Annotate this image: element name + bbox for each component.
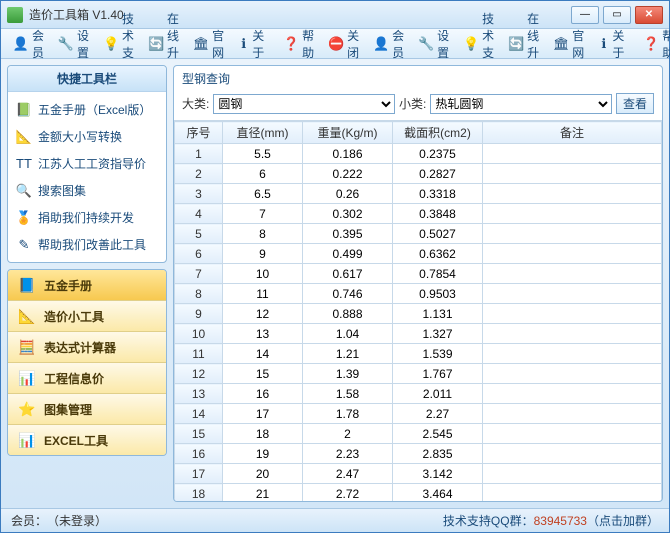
table-row[interactable]: 17202.473.142: [175, 464, 662, 484]
view-button[interactable]: 查看: [616, 93, 654, 114]
close-app-button[interactable]: ⛔关闭: [322, 24, 365, 64]
col-header-2[interactable]: 重量(Kg/m): [303, 122, 393, 144]
content-panel: 型钢查询 大类: 圆钢 小类: 热轧圆钢 查看 序号直径(mm)重量(Kg/m)…: [173, 65, 663, 502]
hardware-manual-excel-icon: 📗: [16, 102, 32, 118]
qq-number[interactable]: 83945733: [534, 514, 587, 528]
nav-atlas-manage[interactable]: ⭐图集管理: [8, 394, 166, 425]
nav-excel-tools[interactable]: 📊EXCEL工具: [8, 425, 166, 455]
settings-icon: 🔧: [418, 36, 434, 52]
small-category-select[interactable]: 热轧圆钢: [430, 94, 612, 114]
big-category-select[interactable]: 圆钢: [213, 94, 395, 114]
quicklink-hardware-manual-excel[interactable]: 📗五金手册（Excel版）: [14, 96, 160, 123]
jiangsu-wage-icon: TT: [16, 156, 32, 172]
quicklink-donate[interactable]: 🏅捐助我们持续开发: [14, 204, 160, 231]
nav-hardware-manual[interactable]: 📘五金手册: [8, 270, 166, 301]
table-row[interactable]: 8110.7460.9503: [175, 284, 662, 304]
table-row[interactable]: 11141.211.539: [175, 344, 662, 364]
col-header-1[interactable]: 直径(mm): [223, 122, 303, 144]
quicklink-feedback[interactable]: ✎帮助我们改善此工具: [14, 231, 160, 258]
nav-expression-calc[interactable]: 🧮表达式计算器: [8, 332, 166, 363]
official-site-button[interactable]: 🏛官网: [187, 24, 230, 64]
table-row[interactable]: 13161.582.011: [175, 384, 662, 404]
minimize-button[interactable]: —: [571, 6, 599, 24]
official-site-button[interactable]: 🏛官网: [547, 24, 590, 64]
small-category-label: 小类:: [399, 95, 426, 112]
amount-convert-icon: 📐: [16, 129, 32, 145]
col-header-4[interactable]: 备注: [483, 122, 662, 144]
table-row[interactable]: 151822.545: [175, 424, 662, 444]
official-site-icon: 🏛: [193, 36, 209, 52]
member-value: （未登录）: [47, 512, 107, 529]
app-window: 造价工具箱 V1.40 — ▭ ✕ 👤会员🔧设置💡技术支持🔄在线升级🏛官网ℹ关于…: [0, 0, 670, 533]
table-row[interactable]: 12151.391.767: [175, 364, 662, 384]
member-button[interactable]: 👤会员: [367, 24, 410, 64]
qq-hint[interactable]: （点击加群）: [587, 512, 659, 529]
about-icon: ℹ: [598, 36, 609, 52]
excel-tools-icon: 📊: [18, 431, 36, 449]
donate-icon: 🏅: [16, 210, 32, 226]
feedback-icon: ✎: [16, 237, 32, 253]
content-title: 型钢查询: [174, 66, 662, 89]
settings-button[interactable]: 🔧设置: [412, 24, 455, 64]
official-site-icon: 🏛: [553, 36, 569, 52]
about-button[interactable]: ℹ关于: [592, 24, 635, 64]
member-icon: 👤: [373, 36, 389, 52]
filter-row: 大类: 圆钢 小类: 热轧圆钢 查看: [174, 89, 662, 120]
table-row[interactable]: 470.3020.3848: [175, 204, 662, 224]
atlas-manage-icon: ⭐: [18, 400, 36, 418]
member-button[interactable]: 👤会员: [7, 24, 50, 64]
online-upgrade-icon: 🔄: [148, 36, 164, 52]
about-icon: ℹ: [238, 36, 249, 52]
maximize-button[interactable]: ▭: [603, 6, 631, 24]
table-row[interactable]: 10131.041.327: [175, 324, 662, 344]
settings-icon: 🔧: [58, 36, 74, 52]
help-icon: ❓: [283, 36, 299, 52]
expression-calc-icon: 🧮: [18, 338, 36, 356]
about-button[interactable]: ℹ关于: [232, 24, 275, 64]
tech-support-icon: 💡: [103, 36, 119, 52]
table-row[interactable]: 9120.8881.131: [175, 304, 662, 324]
status-bar: 会员： （未登录） 技术支持QQ群： 83945733 （点击加群）: [1, 508, 669, 532]
table-row[interactable]: 16192.232.835: [175, 444, 662, 464]
col-header-0[interactable]: 序号: [175, 122, 223, 144]
settings-button[interactable]: 🔧设置: [52, 24, 95, 64]
col-header-3[interactable]: 截面积(cm2): [393, 122, 483, 144]
main-toolbar: 👤会员🔧设置💡技术支持🔄在线升级🏛官网ℹ关于❓帮助⛔关闭👤会员🔧设置💡技术支持🔄…: [1, 29, 669, 59]
table-row[interactable]: 15.50.1860.2375: [175, 144, 662, 164]
table-row[interactable]: 18212.723.464: [175, 484, 662, 502]
search-atlas-icon: 🔍: [16, 183, 32, 199]
table-scroll[interactable]: 序号直径(mm)重量(Kg/m)截面积(cm2)备注 15.50.1860.23…: [174, 120, 662, 501]
big-category-label: 大类:: [182, 95, 209, 112]
table-row[interactable]: 690.4990.6362: [175, 244, 662, 264]
help-button[interactable]: ❓帮助: [637, 24, 670, 64]
data-table: 序号直径(mm)重量(Kg/m)截面积(cm2)备注 15.50.1860.23…: [174, 121, 662, 501]
online-upgrade-icon: 🔄: [508, 36, 524, 52]
table-row[interactable]: 14171.782.27: [175, 404, 662, 424]
nav-cost-tools[interactable]: 📐造价小工具: [8, 301, 166, 332]
table-row[interactable]: 36.50.260.3318: [175, 184, 662, 204]
member-label: 会员：: [11, 512, 47, 529]
help-button[interactable]: ❓帮助: [277, 24, 320, 64]
app-icon: [7, 7, 23, 23]
cost-tools-icon: 📐: [18, 307, 36, 325]
sidebar-title: 快捷工具栏: [8, 66, 166, 92]
table-row[interactable]: 7100.6170.7854: [175, 264, 662, 284]
member-icon: 👤: [13, 36, 29, 52]
tech-support-icon: 💡: [463, 36, 479, 52]
project-price-icon: 📊: [18, 369, 36, 387]
nav-buttons: 📘五金手册📐造价小工具🧮表达式计算器📊工程信息价⭐图集管理📊EXCEL工具: [7, 269, 167, 456]
table-row[interactable]: 580.3950.5027: [175, 224, 662, 244]
quicklink-amount-convert[interactable]: 📐金额大小写转换: [14, 123, 160, 150]
quick-panel: 快捷工具栏 📗五金手册（Excel版）📐金额大小写转换TT江苏人工工资指导价🔍搜…: [7, 65, 167, 263]
nav-project-price[interactable]: 📊工程信息价: [8, 363, 166, 394]
quicklink-search-atlas[interactable]: 🔍搜索图集: [14, 177, 160, 204]
hardware-manual-icon: 📘: [18, 276, 36, 294]
quicklink-jiangsu-wage[interactable]: TT江苏人工工资指导价: [14, 150, 160, 177]
table-row[interactable]: 260.2220.2827: [175, 164, 662, 184]
close-app-icon: ⛔: [328, 36, 344, 52]
sidebar: 快捷工具栏 📗五金手册（Excel版）📐金额大小写转换TT江苏人工工资指导价🔍搜…: [7, 65, 167, 502]
close-button[interactable]: ✕: [635, 6, 663, 24]
qq-label: 技术支持QQ群：: [443, 512, 534, 529]
help-icon: ❓: [643, 36, 659, 52]
